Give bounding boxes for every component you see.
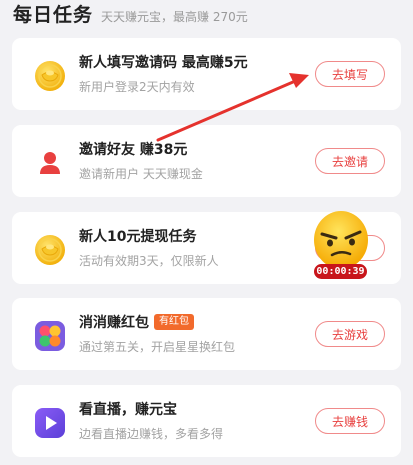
task-card-match-game[interactable]: 消消赚红包 有红包 通过第五关，开启星星换红包 去游戏 bbox=[12, 298, 401, 370]
section-title: 每日任务 bbox=[13, 4, 94, 26]
task-subtitle: 通过第五关，开启星星换红包 bbox=[79, 340, 236, 354]
task-title: 新人填写邀请码 最高赚5元 bbox=[79, 55, 248, 71]
task-subtitle: 邀请新用户 天天赚现金 bbox=[79, 167, 203, 181]
title-row: 消消赚红包 有红包 bbox=[79, 312, 194, 332]
section-subtitle: 天天赚元宝，最高赚 270元 bbox=[101, 10, 248, 24]
game-balls-icon bbox=[34, 320, 66, 352]
invite-button[interactable]: 去邀请 bbox=[315, 148, 385, 174]
task-card-invite-code[interactable]: 新人填写邀请码 最高赚5元 新用户登录2天内有效 去填写 bbox=[12, 38, 401, 110]
task-subtitle: 边看直播边赚钱，多看多得 bbox=[79, 427, 224, 441]
task-card-live-stream[interactable]: 看直播，赚元宝 边看直播边赚钱，多看多得 去赚钱 bbox=[12, 385, 401, 457]
task-card-invite-friends[interactable]: 邀请好友 赚38元 邀请新用户 天天赚现金 去邀请 bbox=[12, 125, 401, 197]
task-title: 邀请好友 赚38元 bbox=[79, 142, 188, 158]
task-title: 新人10元提现任务 bbox=[79, 229, 197, 245]
task-subtitle: 活动有效期3天，仅限新人 bbox=[79, 254, 219, 268]
gold-coin-icon bbox=[34, 60, 66, 92]
section-header: 每日任务 天天赚元宝，最高赚 270元 bbox=[13, 0, 403, 26]
red-packet-badge: 有红包 bbox=[154, 314, 194, 330]
play-game-button[interactable]: 去游戏 bbox=[315, 321, 385, 347]
title-row: 邀请好友 赚38元 bbox=[79, 139, 187, 159]
earn-money-button[interactable]: 去赚钱 bbox=[315, 408, 385, 434]
task-title: 消消赚红包 bbox=[79, 315, 149, 331]
title-row: 看直播，赚元宝 bbox=[79, 399, 177, 419]
task-subtitle: 新用户登录2天内有效 bbox=[79, 80, 195, 94]
countdown-timer: 00:00:39 bbox=[314, 264, 367, 279]
title-row: 新人10元提现任务 bbox=[79, 226, 196, 246]
person-icon bbox=[34, 147, 66, 179]
play-icon bbox=[34, 407, 66, 439]
title-row: 新人填写邀请码 最高赚5元 bbox=[79, 52, 248, 72]
task-title: 看直播，赚元宝 bbox=[79, 402, 177, 418]
fill-in-button[interactable]: 去填写 bbox=[315, 61, 385, 87]
gold-coin-icon bbox=[34, 234, 66, 266]
